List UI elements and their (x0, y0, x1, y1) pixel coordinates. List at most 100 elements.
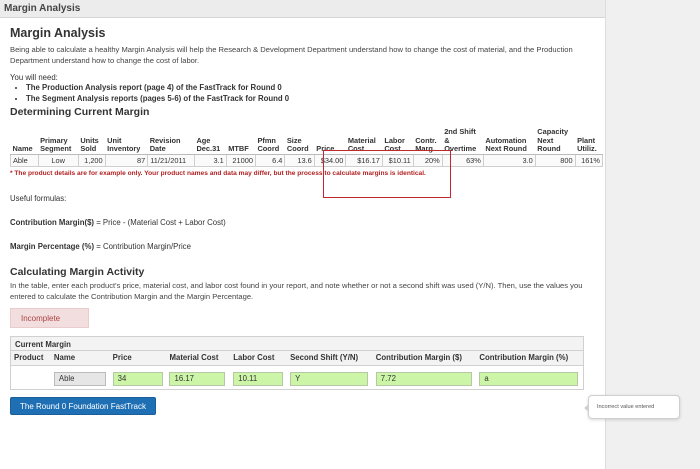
col-header-second-shift: Second Shift (Y/N) (287, 350, 373, 367)
contribution-formula-label: Contribution Margin($) (10, 218, 95, 228)
page-title: Margin Analysis (10, 26, 106, 40)
needs-item: The Segment Analysis reports (pages 5-6)… (26, 94, 595, 105)
material-cost-cell (166, 368, 230, 386)
product-table-header-line: Cost (347, 144, 365, 154)
product-table-cell: Low (37, 154, 79, 168)
product-table-header-line: Coord (286, 144, 309, 154)
product-table-cell: Able (10, 154, 39, 168)
col-header-name: Name (50, 350, 110, 367)
product-table-cell: 3.1 (193, 154, 227, 168)
product-table-header-line: Next Round (485, 144, 527, 154)
product-table-header: Age Dec.31 (194, 128, 227, 156)
price-cell (110, 368, 167, 386)
second-shift-input[interactable] (290, 371, 369, 386)
name-cell (51, 368, 110, 386)
product-table-cell: 800 (534, 154, 576, 168)
product-table-header-line: Sold (80, 144, 97, 154)
product-table-header-line: Dec.31 (196, 144, 221, 154)
product-table-cell: $16.17 (345, 154, 383, 168)
percentage-formula-body: = Contribution Margin/Price (94, 242, 191, 252)
product-table-header-line (13, 128, 37, 137)
price-input[interactable] (112, 371, 163, 386)
second-shift-cell (287, 368, 373, 386)
product-table-header-line: Segment (40, 144, 72, 154)
product-table-header: Size Coord (284, 128, 315, 156)
product-table-header-line: Cost (384, 144, 401, 154)
product-table-header-line: Price (316, 144, 335, 154)
disclaimer-text: * The product details are for example on… (10, 170, 426, 178)
useful-formulas-label: Useful formulas: (10, 194, 67, 204)
product-table-row: Able Low 1,200 87 11/21/2011 3.1 21000 6.4 13.6 $… (10, 154, 604, 168)
product-table-header: MTBF (226, 128, 256, 156)
product-table-header: Labor Cost (382, 128, 414, 156)
product-table-header-line: Inventory (107, 144, 141, 154)
instructions-text: In the table, enter each product's price… (10, 281, 583, 301)
labor-cost-cell (230, 368, 287, 386)
contribution-formula-body: = Price - (Material Cost + Labor Cost) (94, 218, 226, 228)
percentage-formula-label: Margin Percentage (%) (10, 242, 95, 252)
product-table-header-line: MTBF (228, 144, 249, 154)
product-table-cell: 63% (441, 154, 484, 168)
product-table-header-line: Coord (257, 144, 280, 154)
name-field (53, 371, 106, 386)
product-table-cell: 87 (104, 154, 149, 168)
tooltip-text: Incorrect value entered (597, 404, 655, 410)
product-table-cell: 13.6 (284, 154, 315, 168)
product-table-header: Capacity Next Round (535, 127, 576, 156)
contribution-percent-input[interactable] (479, 371, 579, 386)
product-table-header-line: Marg. (415, 144, 435, 154)
current-margin-title: Current Margin (15, 340, 71, 350)
product-table-header-line (228, 128, 253, 137)
product-table-header: Price (314, 128, 346, 156)
product-table-cell: 11/21/2011 (147, 154, 195, 168)
contribution-percent-cell (476, 368, 583, 386)
section-title-calculating: Calculating Margin Activity (10, 266, 145, 279)
product-table-cell: 21000 (225, 154, 256, 168)
percentage-formula: Margin Percentage (%) = Contribution Mar… (10, 242, 595, 251)
product-table-cell: $10.11 (381, 154, 414, 168)
needs-item: The Production Analysis report (page 4) … (26, 83, 595, 94)
window-titlebar: Margin Analysis (0, 0, 605, 18)
window-title: Margin Analysis (4, 3, 81, 14)
product-table: Name Primary Segment Units Sold Unit Invent… (10, 127, 604, 168)
product-table-header: Revision Date (147, 128, 195, 156)
section-title-determining: Determining Current Margin (10, 106, 150, 118)
product-table-wrap: Name Primary Segment Units Sold Unit Invent… (10, 127, 606, 198)
product-table-header: Unit Inventory (105, 128, 148, 156)
contribution-dollars-cell (373, 368, 477, 386)
product-table-header: Units Sold (78, 128, 106, 156)
product-table-header-line (316, 128, 344, 137)
product-table-header-line: Date (149, 144, 166, 154)
current-margin-row (11, 366, 583, 390)
current-margin-header: Product Name Price Material Cost Labor C… (11, 350, 584, 367)
product-table-header: Primary Segment (38, 128, 79, 156)
main-content: Margin Analysis Being able to calculate … (0, 26, 606, 416)
product-table-header: Automation Next Round (483, 128, 536, 156)
product-table-header-line: Utiliz. (577, 144, 597, 154)
needs-title: You will need: (10, 73, 58, 82)
material-cost-input[interactable] (169, 371, 226, 386)
product-table-cell: 1,200 (77, 154, 106, 168)
product-table-cell: 161% (574, 154, 604, 168)
col-header-material-cost: Material Cost (166, 350, 231, 367)
product-table-header: Plant Utiliz. (575, 128, 603, 156)
product-table-header: Contr. Marg. (413, 128, 443, 156)
labor-cost-input[interactable] (233, 371, 284, 386)
col-header-price: Price (109, 350, 167, 367)
validation-tooltip: Incorrect value entered (584, 395, 680, 419)
product-table-cell: 6.4 (254, 154, 286, 168)
product-table-header: Name (10, 128, 39, 156)
product-table-header: 2nd Shift & Overtime (442, 127, 484, 156)
col-header-contribution-dollars: Contribution Margin ($) (372, 350, 477, 367)
product-table-header: Material Cost (345, 128, 383, 156)
product-table-header-line: Overtime (444, 144, 477, 154)
col-header-product: Product (11, 350, 51, 367)
contribution-dollars-input[interactable] (375, 371, 472, 386)
fasttrack-button[interactable]: The Round 0 Foundation FastTrack (10, 397, 156, 416)
product-table-cell: $34.00 (313, 154, 347, 168)
current-margin-table: Current Margin Product Name Price Materi… (10, 336, 584, 391)
product-table-header-line: Name (12, 144, 33, 154)
product-table-cell: 20% (412, 154, 443, 168)
product-table-cell: 3.0 (482, 154, 536, 168)
status-badge: Incomplete (10, 308, 89, 329)
